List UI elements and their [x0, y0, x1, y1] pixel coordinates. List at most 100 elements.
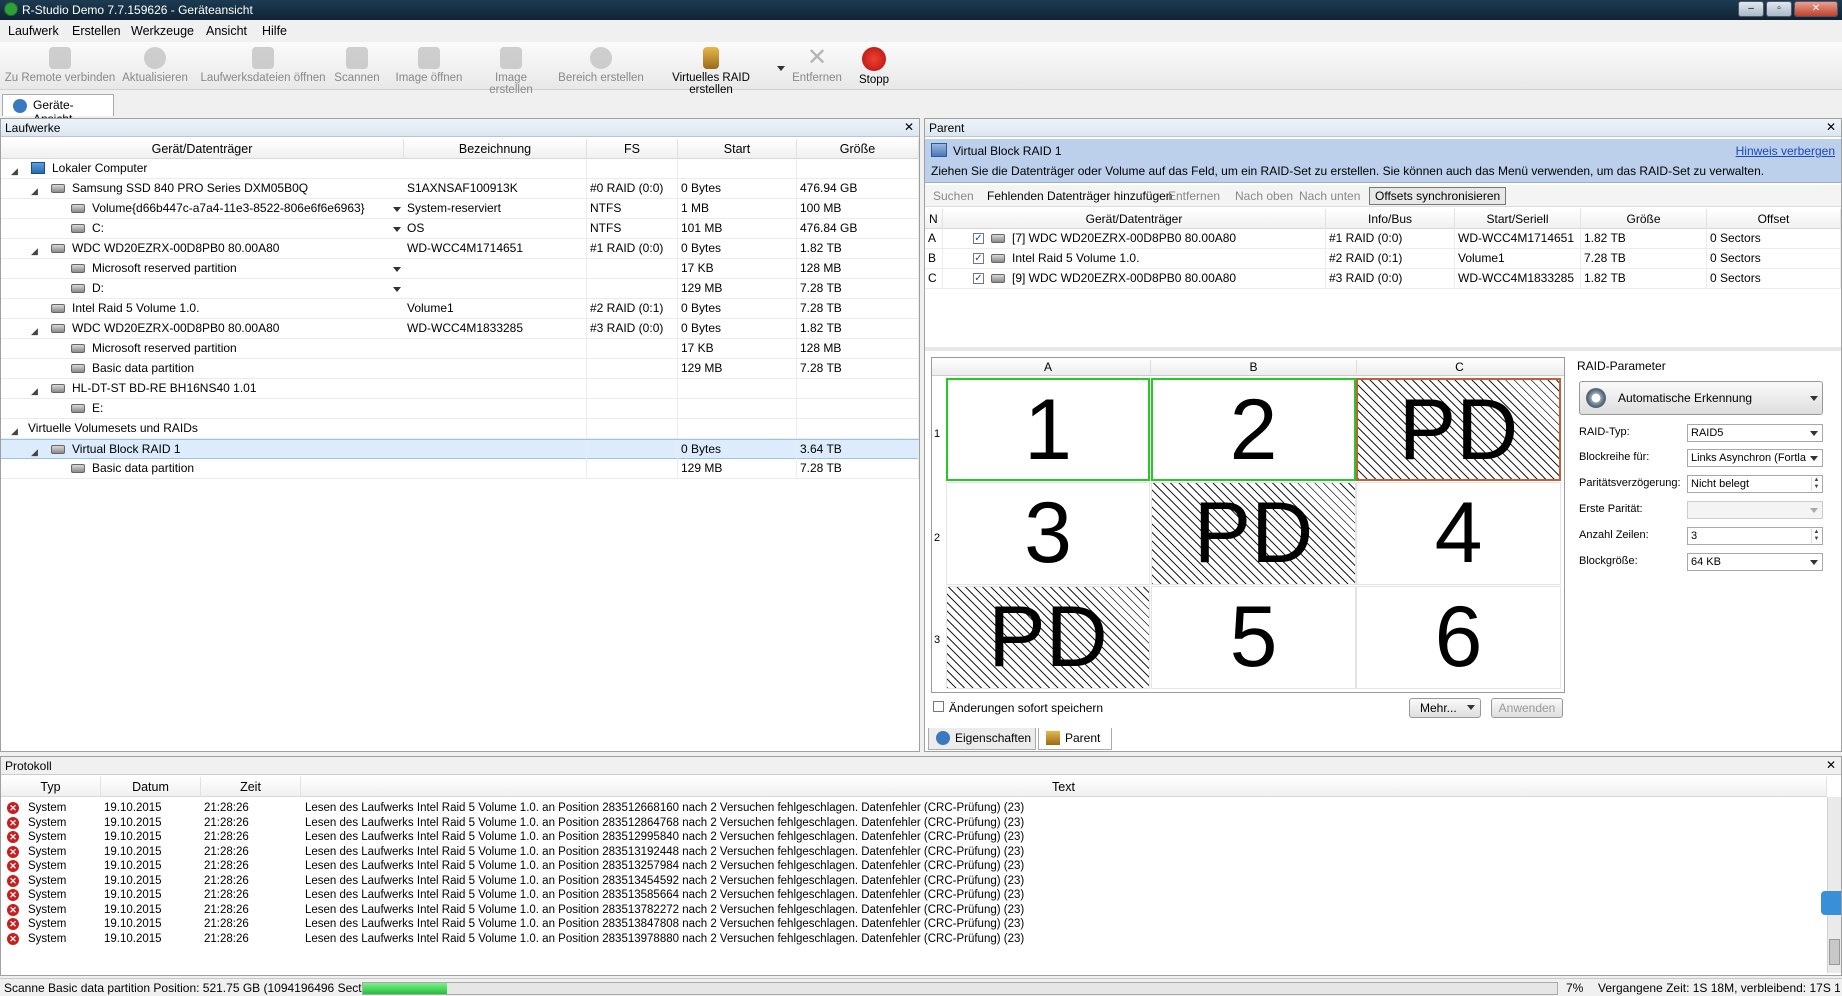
open-drive-files-button[interactable]: Laufwerksdateien öffnen [200, 44, 326, 88]
drive-row[interactable]: Basic data partition 129 MB 7.28 TB [1, 359, 919, 379]
log-row[interactable]: ✕ System 19.10.2015 21:28:26 Lesen des Laufw… [2, 816, 1828, 831]
connect-remote-button[interactable]: Zu Remote verbinden [4, 44, 116, 88]
close-drives-panel-icon[interactable]: ✕ [904, 120, 914, 134]
menu-hilfe[interactable]: Hilfe [262, 24, 287, 38]
member-row[interactable]: C ✓ [9] WDC WD20EZRX-00D8PB0 80.00A80 #3 RA… [925, 269, 1841, 289]
col-device[interactable]: Gerät/Datenträger [1, 139, 404, 159]
data-block[interactable]: 1 [946, 378, 1150, 481]
hide-hint-link[interactable]: Hinweis verbergen [1736, 144, 1835, 158]
drive-row[interactable]: ◢ HL-DT-ST BD-RE BH16NS40 1.01 [1, 379, 919, 399]
member-checkbox[interactable]: ✓ [973, 253, 984, 264]
col-n[interactable]: N [925, 209, 943, 229]
drive-row[interactable]: ◢ Virtuelle Volumesets und RAIDs [1, 419, 919, 439]
drive-row[interactable]: ◢ Samsung SSD 840 PRO Series DXM05B0Q S1AX… [1, 179, 919, 199]
menu-laufwerk[interactable]: Laufwerk [8, 24, 59, 38]
add-missing-disk-action[interactable]: Fehlenden Datenträger hinzufügen [987, 189, 1172, 203]
raid-type-select[interactable]: RAID5 [1687, 424, 1823, 442]
sync-offsets-button[interactable]: Offsets synchronisieren [1369, 187, 1507, 205]
auto-detect-dropdown-icon[interactable] [1810, 396, 1818, 401]
first-parity-select[interactable] [1687, 501, 1823, 519]
parity-block[interactable]: PD [946, 586, 1150, 689]
log-row[interactable]: ✕ System 19.10.2015 21:28:26 Lesen des Laufw… [2, 888, 1828, 903]
col-member-device[interactable]: Gerät/Datenträger [943, 209, 1326, 229]
log-row[interactable]: ✕ System 19.10.2015 21:28:26 Lesen des Laufw… [2, 917, 1828, 932]
raid-dropdown-arrow-icon[interactable] [777, 66, 785, 71]
col-info-bus[interactable]: Info/Bus [1326, 209, 1455, 229]
tab-properties[interactable]: Eigenschaften [928, 728, 1036, 750]
data-block[interactable]: 3 [946, 482, 1150, 585]
maximize-button[interactable]: ▫ [1766, 1, 1792, 17]
move-down-action[interactable]: Nach unten [1299, 189, 1360, 203]
col-time[interactable]: Zeit [201, 777, 301, 797]
log-scrollbar[interactable] [1827, 797, 1841, 973]
splitter[interactable] [925, 347, 1841, 351]
move-up-action[interactable]: Nach oben [1235, 189, 1293, 203]
data-block[interactable]: 2 [1151, 378, 1356, 481]
member-checkbox[interactable]: ✓ [973, 233, 984, 244]
scan-button[interactable]: Scannen [333, 44, 381, 88]
member-row[interactable]: A ✓ [7] WDC WD20EZRX-00D8PB0 80.00A80 #1 RA… [925, 229, 1841, 249]
col-fs[interactable]: FS [587, 139, 678, 159]
log-row[interactable]: ✕ System 19.10.2015 21:28:26 Lesen des Laufw… [2, 845, 1828, 860]
drive-row[interactable]: ◢ Virtual Block RAID 10 Bytes 3.64 TB [1, 439, 919, 460]
log-row[interactable]: ✕ System 19.10.2015 21:28:26 Lesen des Laufw… [2, 903, 1828, 918]
col-offset[interactable]: Offset [1707, 209, 1841, 229]
parity-delay-field[interactable]: Nicht belegt ▲ ▼ [1687, 475, 1823, 493]
parity-block[interactable]: PD [1356, 378, 1561, 481]
col-type[interactable]: Typ [1, 777, 101, 797]
chevron-down-icon[interactable] [393, 207, 401, 212]
block-order-select[interactable]: Links Asynchron (Fortla [1687, 449, 1823, 467]
data-block[interactable]: 5 [1151, 586, 1356, 689]
close-log-panel-icon[interactable]: ✕ [1826, 758, 1836, 772]
search-action[interactable]: Suchen [933, 189, 974, 203]
close-parent-panel-icon[interactable]: ✕ [1826, 120, 1836, 134]
stop-button[interactable]: Stopp [852, 44, 896, 88]
create-virtual-raid-button[interactable]: Virtuelles RAID erstellen [652, 44, 770, 96]
member-row[interactable]: B ✓ Intel Raid 5 Volume 1.0. #2 RAID (0:1) V… [925, 249, 1841, 269]
log-scroll-thumb[interactable] [1829, 939, 1840, 965]
col-text[interactable]: Text [301, 777, 1827, 797]
minimize-button[interactable]: – [1738, 1, 1764, 17]
spinner-icon[interactable]: ▲ ▼ [1811, 529, 1821, 543]
menu-werkzeuge[interactable]: Werkzeuge [131, 24, 194, 38]
data-block[interactable]: 4 [1356, 482, 1561, 585]
menu-ansicht[interactable]: Ansicht [206, 24, 247, 38]
drive-row[interactable]: ◢ WDC WD20EZRX-00D8PB0 80.00A80 WD-WCC4M18… [1, 319, 919, 339]
create-region-button[interactable]: Bereich erstellen [558, 44, 644, 88]
log-row[interactable]: ✕ System 19.10.2015 21:28:26 Lesen des Laufw… [2, 830, 1828, 845]
log-row[interactable]: ✕ System 19.10.2015 21:28:26 Lesen des Laufw… [2, 859, 1828, 874]
remove-action[interactable]: Entfernen [1168, 189, 1220, 203]
col-label[interactable]: Bezeichnung [404, 139, 587, 159]
col-start[interactable]: Start [678, 139, 797, 159]
log-row[interactable]: ✕ System 19.10.2015 21:28:26 Lesen des Laufw… [2, 801, 1828, 816]
more-button[interactable]: Mehr... [1409, 698, 1481, 718]
col-start-serial[interactable]: Start/Seriell [1455, 209, 1581, 229]
drive-row[interactable]: Microsoft reserved partition 17 KB 128 MB [1, 259, 919, 279]
log-row[interactable]: ✕ System 19.10.2015 21:28:26 Lesen des Laufw… [2, 874, 1828, 889]
drive-row[interactable]: Basic data partition 129 MB 7.28 TB [1, 459, 919, 479]
chevron-down-icon[interactable] [393, 287, 401, 292]
remove-button[interactable]: ✕ Entfernen [789, 44, 845, 88]
close-window-button[interactable]: ✕ [1794, 1, 1838, 17]
apply-button[interactable]: Anwenden [1491, 698, 1563, 718]
log-row[interactable]: ✕ System 19.10.2015 21:28:26 Lesen des Laufw… [2, 932, 1828, 947]
chevron-down-icon[interactable] [393, 227, 401, 232]
open-image-button[interactable]: Image öffnen [394, 44, 464, 88]
spinner-icon[interactable]: ▲ ▼ [1811, 477, 1821, 491]
drive-row[interactable]: Volume{d66b447c-a7a4-11e3-8522-806e6f6e6… [1, 199, 919, 219]
menu-erstellen[interactable]: Erstellen [72, 24, 121, 38]
drive-row[interactable]: ◢ Lokaler Computer [1, 159, 919, 179]
col-member-size[interactable]: Größe [1581, 209, 1707, 229]
tab-parent[interactable]: Parent [1038, 728, 1112, 750]
col-size[interactable]: Größe [797, 139, 919, 159]
side-widget-icon[interactable] [1821, 891, 1841, 915]
parity-block[interactable]: PD [1151, 482, 1356, 585]
drive-row[interactable]: C: OS NTFS 101 MB 476.84 GB [1, 219, 919, 239]
drive-row[interactable]: ◢ WDC WD20EZRX-00D8PB0 80.00A80 WD-WCC4M17… [1, 239, 919, 259]
drive-row[interactable]: D: 129 MB 7.28 TB [1, 279, 919, 299]
rows-count-field[interactable]: 3 ▲ ▼ [1687, 527, 1823, 545]
col-date[interactable]: Datum [101, 777, 201, 797]
refresh-button[interactable]: Aktualisieren [118, 44, 192, 88]
data-block[interactable]: 6 [1356, 586, 1561, 689]
chevron-down-icon[interactable] [393, 267, 401, 272]
